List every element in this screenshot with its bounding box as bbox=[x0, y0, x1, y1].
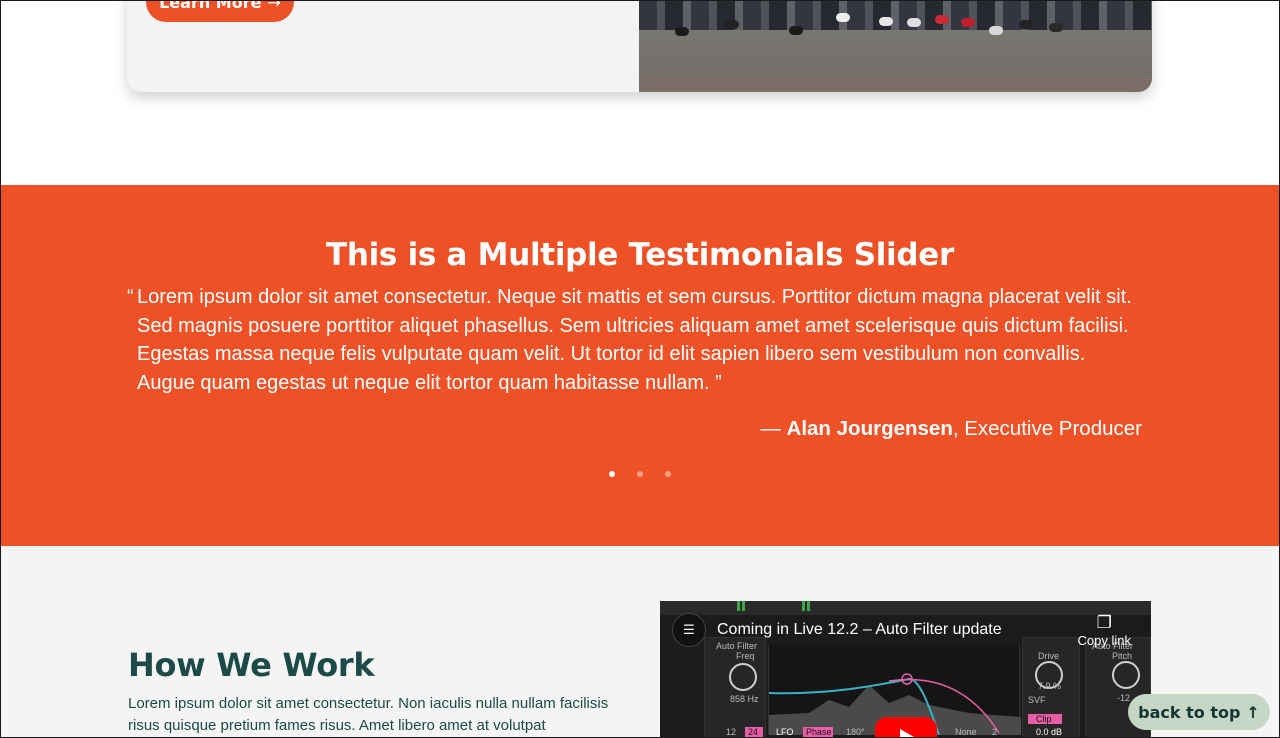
slider-dot-1[interactable] bbox=[609, 471, 615, 477]
db-value: 0.0 dB bbox=[1036, 727, 1063, 737]
attribution-name: Alan Jourgensen bbox=[786, 417, 953, 440]
none-label: None bbox=[955, 727, 977, 737]
quote-text: Lorem ipsum dolor sit amet consectetur. … bbox=[137, 286, 1132, 395]
youtube-play-icon[interactable] bbox=[875, 717, 937, 738]
slider-dots bbox=[0, 471, 1280, 477]
n2-label: 2 bbox=[992, 727, 998, 737]
testimonials-title: This is a Multiple Testimonials Slider bbox=[325, 237, 954, 273]
feature-card: Learn More → bbox=[127, 0, 1152, 92]
deg-label: 180° bbox=[846, 727, 865, 737]
quote-open-mark: “ bbox=[127, 286, 134, 308]
n12-label: 12 bbox=[726, 727, 737, 737]
testimonial-attribution: — Alan Jourgensen, Executive Producer bbox=[760, 417, 1142, 441]
phase-label: Phase bbox=[806, 727, 832, 737]
drive-value: 7.9 % bbox=[1038, 681, 1062, 691]
how-we-work-section: How We Work Lorem ipsum dolor sit amet c… bbox=[0, 546, 1280, 738]
back-to-top-label: back to top bbox=[1138, 702, 1241, 722]
channel-logo-icon[interactable]: ☰ bbox=[672, 613, 706, 647]
how-we-work-title: How We Work bbox=[128, 646, 375, 684]
photo-crowd bbox=[639, 0, 1152, 30]
copy-icon: ❐ bbox=[1096, 613, 1112, 632]
how-we-work-text: Lorem ipsum dolor sit amet consectetur. … bbox=[128, 695, 609, 734]
slider-dot-3[interactable] bbox=[665, 471, 671, 477]
slider-dot-2[interactable] bbox=[637, 471, 643, 477]
drive-label: Drive bbox=[1038, 651, 1060, 661]
freq-label: Freq bbox=[736, 651, 755, 661]
n24-label: 24 bbox=[748, 727, 759, 737]
photo-floor bbox=[639, 76, 1152, 92]
svf-label: SVF bbox=[1028, 695, 1046, 705]
arrow-right-icon: → bbox=[267, 0, 281, 12]
video-embed[interactable]: Auto Filter Freq 858 Hz Drive 7.9 % SVF … bbox=[660, 601, 1151, 738]
clip-label: Clip bbox=[1036, 714, 1052, 724]
arrow-up-icon: ↑ bbox=[1246, 702, 1260, 722]
attribution-dash: — bbox=[760, 417, 787, 440]
testimonial-quote: “ Lorem ipsum dolor sit amet consectetur… bbox=[127, 283, 1147, 398]
copy-link-label: Copy link bbox=[1077, 633, 1131, 648]
video-title[interactable]: Coming in Live 12.2 – Auto Filter update bbox=[717, 621, 1002, 639]
auto-filter-label: Auto Filter bbox=[716, 641, 758, 651]
learn-more-label: Learn More bbox=[159, 0, 262, 12]
lfo-label: LFO bbox=[776, 727, 794, 737]
back-to-top-button[interactable]: back to top ↑ bbox=[1128, 694, 1270, 730]
pitch-value: -12 bbox=[1117, 693, 1131, 703]
testimonials-slider: This is a Multiple Testimonials Slider “… bbox=[0, 185, 1280, 546]
freq-value: 858 Hz bbox=[730, 694, 759, 704]
attribution-role: , Executive Producer bbox=[952, 417, 1142, 440]
copy-link-button[interactable]: ❐ Copy link bbox=[1078, 613, 1131, 648]
freq-knob bbox=[729, 663, 757, 691]
pitch-label: Pitch bbox=[1112, 651, 1133, 661]
pitch-knob bbox=[1112, 661, 1140, 689]
team-photo bbox=[639, 0, 1152, 92]
learn-more-button[interactable]: Learn More → bbox=[146, 0, 294, 22]
